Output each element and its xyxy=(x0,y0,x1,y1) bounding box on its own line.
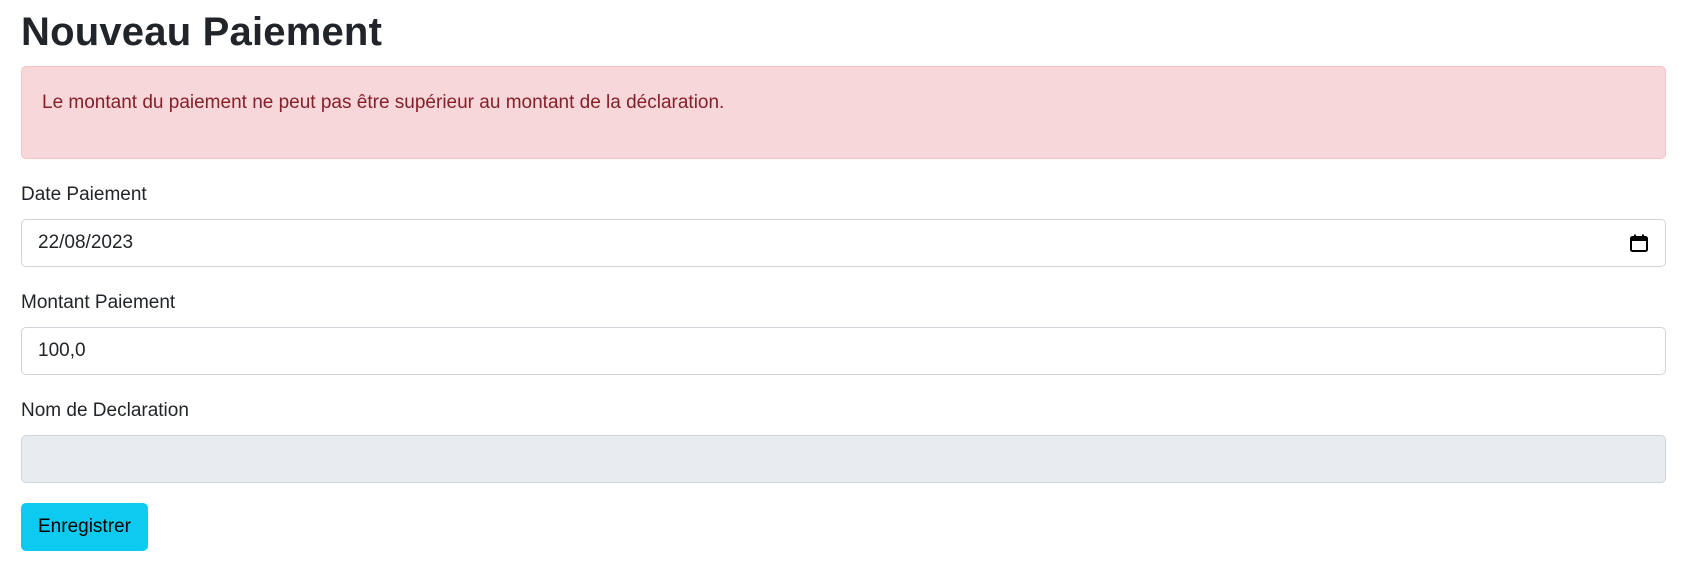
calendar-icon[interactable] xyxy=(1629,233,1649,253)
date-field-group: Date Paiement 22/08/2023 xyxy=(21,183,1666,267)
page-title: Nouveau Paiement xyxy=(21,10,383,54)
declaration-field-group: Nom de Declaration xyxy=(21,399,1666,483)
declaration-input xyxy=(21,435,1666,483)
amount-label: Montant Paiement xyxy=(21,292,176,313)
amount-field-group: Montant Paiement 100,0 xyxy=(21,291,1666,375)
date-label: Date Paiement xyxy=(21,184,147,205)
page: Nouveau Paiement Le montant du paiement … xyxy=(0,0,1683,575)
amount-input-value: 100,0 xyxy=(38,340,86,361)
save-button[interactable]: Enregistrer xyxy=(21,503,148,551)
amount-input[interactable]: 100,0 xyxy=(21,327,1666,375)
date-input[interactable]: 22/08/2023 xyxy=(21,219,1666,267)
error-alert: Le montant du paiement ne peut pas être … xyxy=(21,66,1666,159)
error-alert-message: Le montant du paiement ne peut pas être … xyxy=(42,92,725,113)
declaration-label: Nom de Declaration xyxy=(21,400,189,421)
date-input-value: 22/08/2023 xyxy=(38,232,134,253)
